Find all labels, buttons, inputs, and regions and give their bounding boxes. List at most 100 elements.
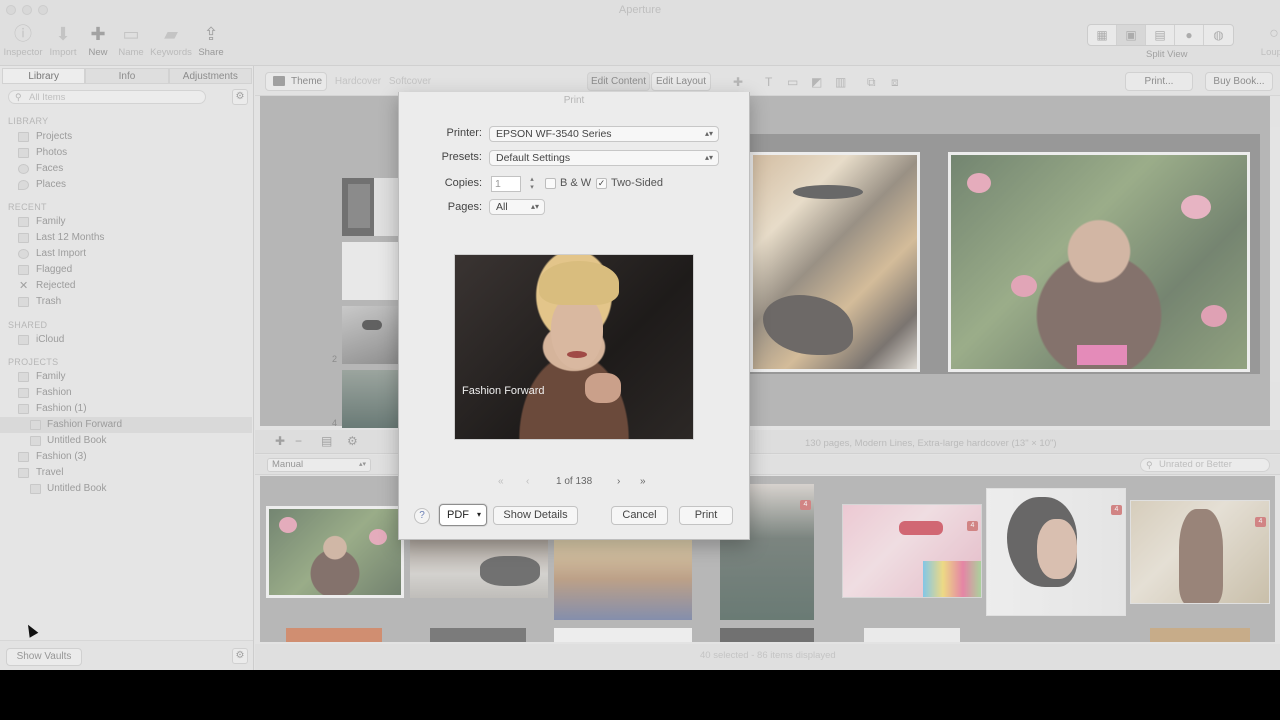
browser-thumbnail[interactable]	[430, 628, 526, 642]
softcover-button[interactable]: Softcover	[385, 72, 435, 91]
add-page-icon[interactable]: ✚	[275, 434, 285, 448]
browser-thumbnail[interactable]	[410, 538, 548, 598]
browser-thumbnail[interactable]	[864, 628, 960, 642]
page-thumbnail[interactable]	[342, 242, 398, 300]
two-sided-checkbox[interactable]: ✓	[596, 178, 607, 189]
pages-label: Pages:	[447, 201, 482, 213]
metadata-box-icon[interactable]: ▥	[835, 75, 846, 89]
sidebar-item-last-12-months[interactable]: Last 12 Months	[0, 230, 252, 246]
copies-stepper[interactable]: ▴ ▾	[526, 176, 538, 192]
library-search-input[interactable]: ⚲ All Items	[8, 90, 206, 104]
browser-footer: 40 selected - 86 items displayed	[255, 644, 1280, 670]
map-box-icon[interactable]: ◩	[811, 75, 822, 89]
browser-thumbnail[interactable]	[266, 506, 404, 598]
tab-library[interactable]: Library	[2, 68, 86, 84]
rose-decoration	[279, 517, 297, 533]
spread-photo-right[interactable]	[948, 152, 1250, 372]
copies-input[interactable]: 1	[491, 176, 521, 192]
bw-checkbox[interactable]	[545, 178, 556, 189]
show-details-button[interactable]: Show Details	[493, 506, 578, 525]
show-vaults-button[interactable]: Show Vaults	[6, 648, 82, 666]
sidebar-item-untitled-book-1[interactable]: Untitled Book	[0, 433, 252, 449]
printer-value: EPSON WF-3540 Series	[496, 128, 612, 140]
pages-select[interactable]: All ▴▾	[489, 199, 545, 215]
printer-select[interactable]: EPSON WF-3540 Series ▴▾	[489, 126, 719, 142]
browser-thumbnail[interactable]	[554, 628, 692, 642]
remove-page-icon[interactable]: −	[295, 434, 302, 448]
sidebar-item-untitled-book-2[interactable]: Untitled Book	[0, 481, 252, 497]
share-button[interactable]: ⇪ Share	[188, 24, 234, 58]
pdf-menu-button[interactable]: PDF ▾	[439, 504, 487, 526]
sidebar-item-project-fashion-1[interactable]: Fashion (1)	[0, 401, 252, 417]
cancel-button[interactable]: Cancel	[611, 506, 668, 525]
add-page-icon[interactable]: ✚	[733, 75, 743, 89]
sidebar-item-project-travel[interactable]: Travel	[0, 465, 252, 481]
selection-status: 40 selected - 86 items displayed	[700, 650, 836, 661]
page-thumbnail[interactable]	[342, 306, 398, 364]
browser-thumbnail[interactable]: 4	[1130, 500, 1270, 604]
edit-content-button[interactable]: Edit Content	[587, 72, 650, 91]
sidebar-gear-button[interactable]: ⚙	[232, 89, 248, 105]
theme-button[interactable]: Theme	[265, 72, 327, 91]
split-view-label: Split View	[1146, 49, 1188, 60]
previous-page-button[interactable]: ‹	[526, 476, 529, 487]
sidebar-item-photos[interactable]: Photos	[0, 145, 252, 161]
print-confirm-button[interactable]: Print	[679, 506, 733, 525]
sidebar-item-project-fashion[interactable]: Fashion	[0, 385, 252, 401]
buy-book-button[interactable]: Buy Book...	[1205, 72, 1273, 91]
split-view-icon[interactable]: ▣	[1117, 25, 1146, 45]
browser-thumbnail[interactable]	[554, 538, 692, 620]
viewer-icon[interactable]: ▤	[1146, 25, 1175, 45]
page-layout-icon[interactable]: ▤	[321, 434, 332, 448]
print-button[interactable]: Print...	[1125, 72, 1193, 91]
browser-thumbnail[interactable]: 4	[842, 504, 982, 598]
preview-hair	[539, 261, 619, 305]
edit-layout-button[interactable]: Edit Layout	[651, 72, 711, 91]
loupe-icon: ○	[1269, 25, 1279, 42]
last-page-button[interactable]: »	[640, 476, 646, 487]
sidebar-item-last-import[interactable]: Last Import	[0, 246, 252, 262]
sidebar-item-project-fashion-3[interactable]: Fashion (3)	[0, 449, 252, 465]
sidebar-item-trash[interactable]: Trash	[0, 294, 252, 310]
footer-gear-button[interactable]: ⚙	[232, 648, 248, 664]
page-thumbnail[interactable]	[342, 370, 398, 428]
faces-view-icon[interactable]: ●	[1175, 25, 1204, 45]
sidebar-item-faces[interactable]: Faces	[0, 161, 252, 177]
rating-filter-input[interactable]: ⚲ Unrated or Better	[1140, 458, 1270, 472]
import-arrow-icon: ⬇	[55, 24, 71, 44]
action-gear-icon[interactable]: ⚙	[347, 434, 358, 448]
sidebar-item-flagged[interactable]: Flagged	[0, 262, 252, 278]
two-sided-label: Two-Sided	[611, 177, 663, 189]
text-box-icon[interactable]: T	[765, 75, 772, 89]
sidebar-item-fashion-forward[interactable]: Fashion Forward	[0, 417, 252, 433]
browser-thumbnail[interactable]: 4	[986, 488, 1126, 616]
spread-photo-left[interactable]	[750, 152, 920, 372]
photo-box-icon[interactable]: ▭	[787, 75, 798, 89]
sidebar-item-places[interactable]: Places	[0, 177, 252, 193]
layer-front-icon[interactable]: ⧈	[891, 75, 899, 90]
sidebar-item-icloud[interactable]: iCloud	[0, 332, 252, 348]
places-globe-icon[interactable]: ◍	[1204, 25, 1233, 45]
browser-view-icon[interactable]: ▦	[1088, 25, 1117, 45]
tab-info[interactable]: Info	[85, 68, 169, 84]
sort-select[interactable]: Manual ▴▾	[267, 458, 371, 472]
sidebar-item-rejected[interactable]: ✕ Rejected	[0, 278, 252, 294]
project-icon	[18, 452, 29, 462]
help-button[interactable]: ?	[414, 508, 430, 524]
loupe-button[interactable]: ○ Loupe	[1254, 24, 1280, 58]
sidebar-item-projects[interactable]: Projects	[0, 129, 252, 145]
presets-label: Presets:	[441, 151, 482, 163]
sidebar-item-project-family[interactable]: Family	[0, 369, 252, 385]
hardcover-button[interactable]: Hardcover	[333, 72, 383, 91]
browser-thumbnail[interactable]	[286, 628, 382, 642]
browser-thumbnail[interactable]	[1150, 628, 1250, 642]
sidebar-item-family-recent[interactable]: Family	[0, 214, 252, 230]
page-thumbnail[interactable]	[342, 178, 398, 236]
layer-back-icon[interactable]: ⧉	[867, 75, 876, 90]
rose-decoration	[369, 529, 387, 545]
first-page-button[interactable]: «	[498, 476, 504, 487]
presets-select[interactable]: Default Settings ▴▾	[489, 150, 719, 166]
tab-adjustments[interactable]: Adjustments	[168, 68, 252, 84]
browser-thumbnail[interactable]	[720, 628, 814, 642]
next-page-button[interactable]: ›	[617, 476, 620, 487]
